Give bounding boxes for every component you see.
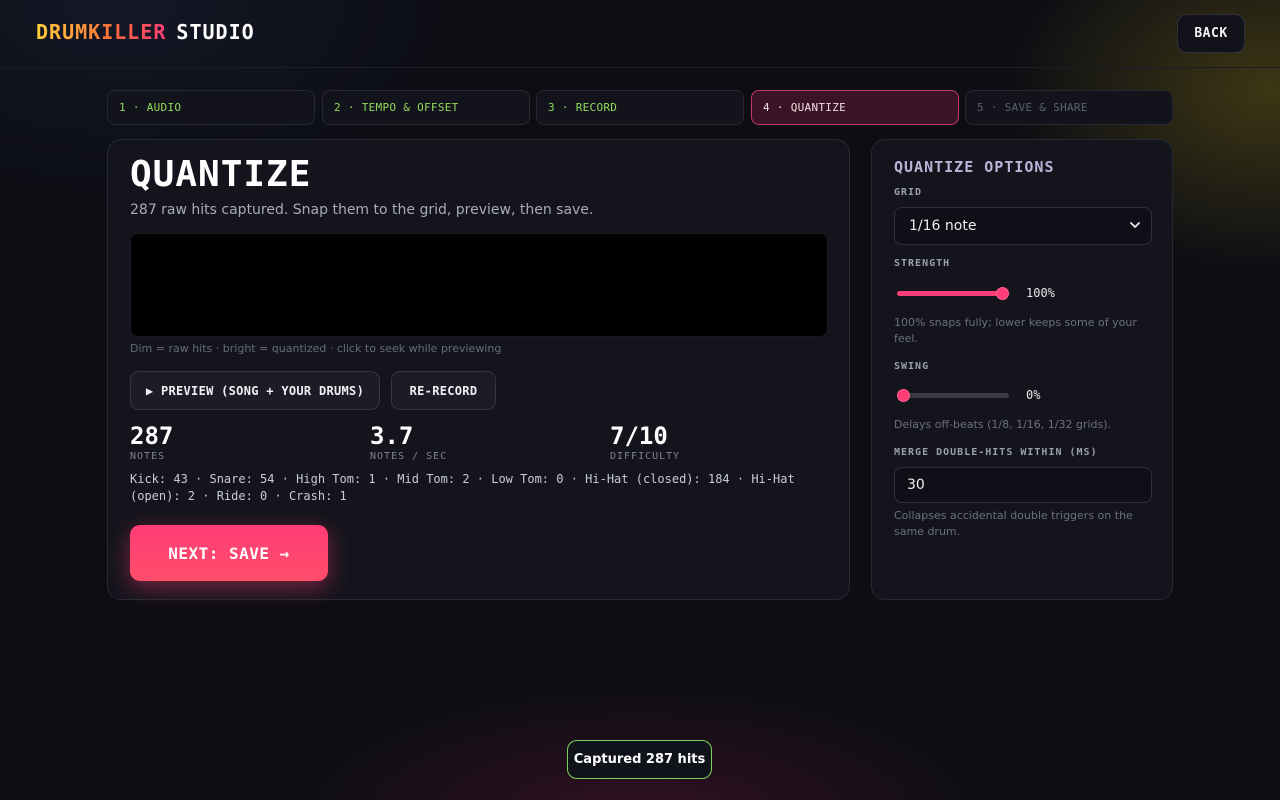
swing-value: 0%	[1026, 388, 1041, 402]
step-audio[interactable]: 1 · AUDIO	[107, 90, 315, 125]
rerecord-button[interactable]: RE-RECORD	[391, 371, 496, 410]
page-subtitle: 287 raw hits captured. Snap them to the …	[130, 202, 594, 218]
page-title: QUANTIZE	[130, 154, 312, 195]
step-save-share: 5 · SAVE & SHARE	[965, 90, 1173, 125]
step-record[interactable]: 3 · RECORD	[536, 90, 744, 125]
strength-slider[interactable]	[894, 286, 1012, 300]
stat-notes: 287 NOTES	[130, 422, 173, 462]
grid-select[interactable]: 1/16 note	[894, 207, 1152, 245]
stat-rate-label: NOTES / SEC	[370, 451, 448, 462]
app-logo: DRUMKILLER STUDIO	[36, 20, 255, 44]
drum-breakdown: Kick: 43 · Snare: 54 · High Tom: 1 · Mid…	[130, 472, 795, 503]
merge-ms-input[interactable]: 30	[894, 467, 1152, 503]
options-title: QUANTIZE OPTIONS	[894, 158, 1055, 176]
strength-slider-fill	[897, 291, 1009, 296]
stat-notes-value: 287	[130, 422, 174, 450]
step-tempo-offset[interactable]: 2 · TEMPO & OFFSET	[322, 90, 530, 125]
step-progress: 1 · AUDIO 2 · TEMPO & OFFSET 3 · RECORD …	[107, 90, 1173, 125]
logo-studio: STUDIO	[176, 20, 255, 44]
quantize-panel: QUANTIZE 287 raw hits captured. Snap the…	[107, 139, 850, 600]
preview-button[interactable]: ▶ PREVIEW (SONG + YOUR DRUMS)	[130, 371, 380, 410]
swing-hint: Delays off-beats (1/8, 1/16, 1/32 grids)…	[894, 418, 1112, 431]
back-button[interactable]: BACK	[1177, 14, 1245, 53]
stat-rate-value: 3.7	[370, 422, 414, 450]
swing-slider-track	[897, 393, 1009, 398]
strength-value: 100%	[1026, 286, 1055, 300]
swing-slider[interactable]	[894, 388, 1012, 402]
hits-timeline-canvas[interactable]	[130, 233, 828, 337]
stat-rate: 3.7 NOTES / SEC	[370, 422, 447, 462]
top-bar: DRUMKILLER STUDIO BACK	[0, 0, 1280, 68]
timeline-hint: Dim = raw hits · bright = quantized · cl…	[130, 342, 502, 355]
strength-hint: 100% snaps fully; lower keeps some of yo…	[894, 316, 1137, 345]
chevron-down-icon	[1130, 222, 1140, 228]
step-quantize[interactable]: 4 · QUANTIZE	[751, 90, 959, 125]
next-save-button[interactable]: NEXT: SAVE →	[130, 525, 328, 581]
stat-difficulty-value: 7/10	[610, 422, 668, 450]
swing-label: SWING	[894, 361, 930, 372]
merge-hint: Collapses accidental double triggers on …	[894, 509, 1133, 538]
stat-difficulty: 7/10 DIFFICULTY	[610, 422, 680, 462]
grid-label: GRID	[894, 187, 923, 198]
strength-slider-thumb[interactable]	[996, 287, 1009, 300]
stat-difficulty-label: DIFFICULTY	[610, 451, 681, 462]
stat-notes-label: NOTES	[130, 451, 166, 462]
merge-ms-value: 30	[907, 477, 925, 493]
grid-select-value: 1/16 note	[909, 218, 977, 234]
merge-label: MERGE DOUBLE-HITS WITHIN (MS)	[894, 447, 1098, 458]
quantize-options-panel: QUANTIZE OPTIONS GRID 1/16 note STRENGTH…	[871, 139, 1173, 600]
swing-slider-thumb[interactable]	[897, 389, 910, 402]
status-toast: Captured 287 hits	[567, 740, 712, 779]
strength-label: STRENGTH	[894, 258, 951, 269]
logo-brand: DRUMKILLER	[36, 20, 167, 44]
